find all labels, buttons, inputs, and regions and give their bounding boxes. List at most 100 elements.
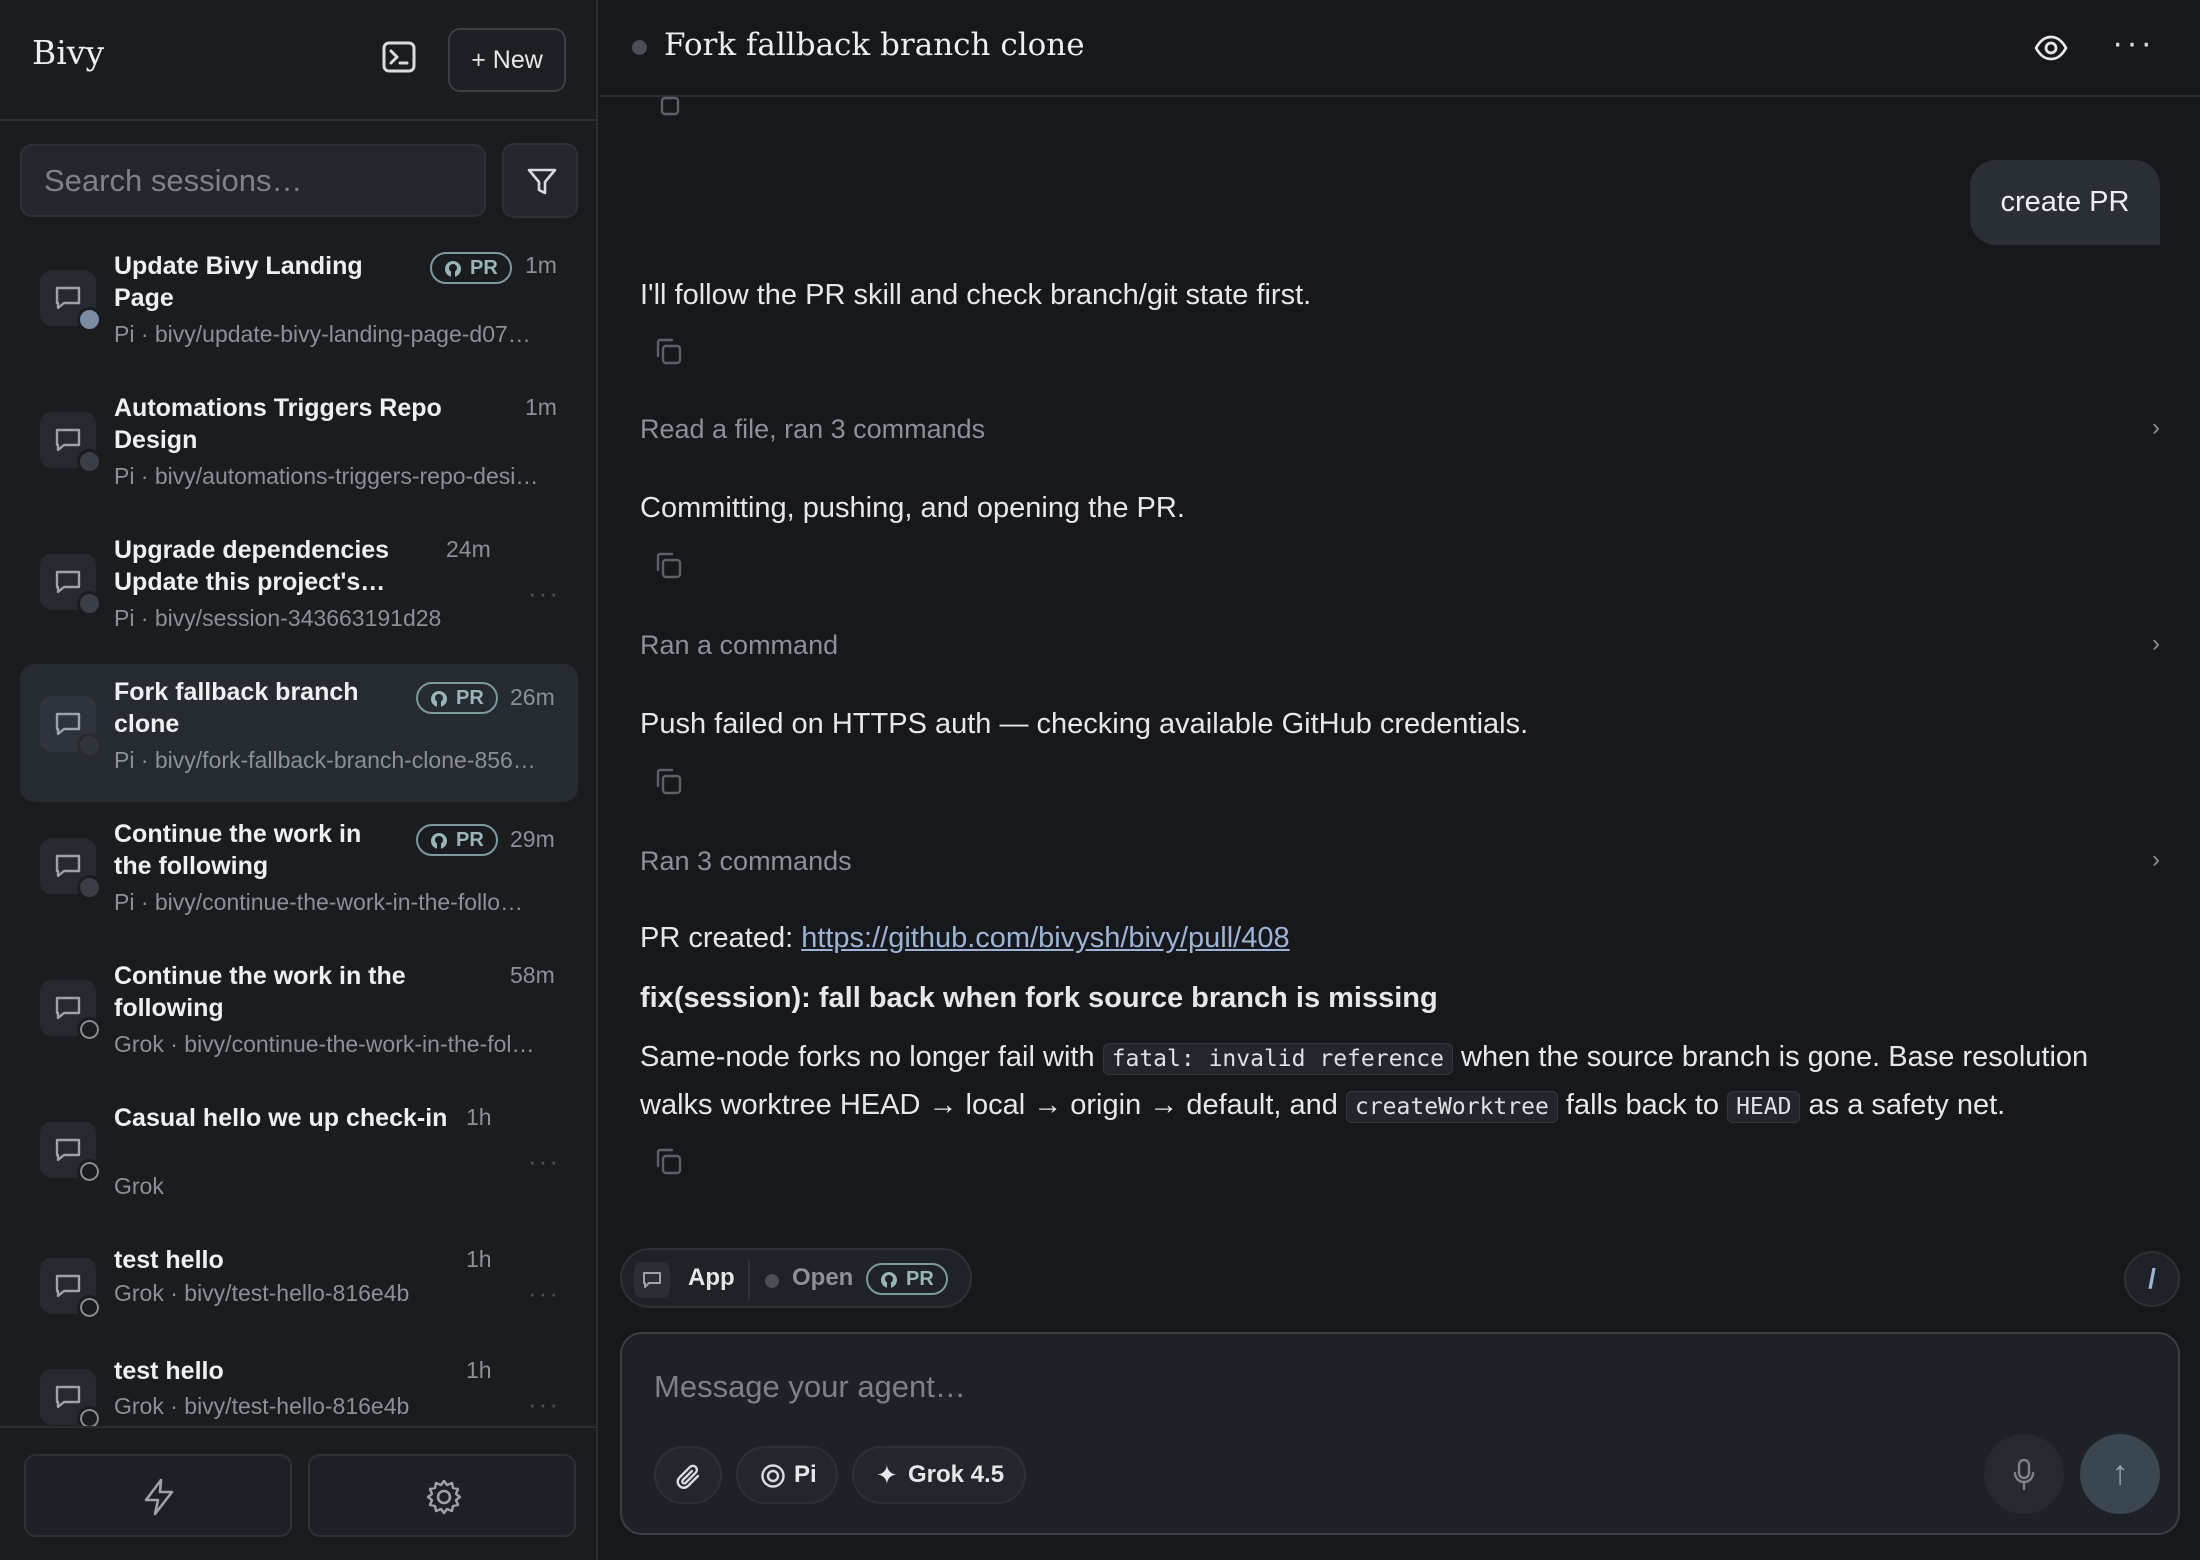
sidebar-footer <box>0 1426 596 1560</box>
session-time: 29m <box>510 826 555 852</box>
session-time: 26m <box>510 684 555 710</box>
microphone-icon <box>2013 1458 2035 1491</box>
session-item[interactable]: test hello 1h ··· Grok · bivy/test-hello… <box>20 1343 578 1426</box>
status-dot <box>765 1274 779 1288</box>
tool-call-row[interactable]: Ran 3 commands › <box>640 846 2160 886</box>
pr-title: fix(session): fall back when fork source… <box>640 982 1438 1014</box>
divider <box>748 1260 750 1300</box>
session-subtitle: Grok · bivy/continue-the-work-in-the-fol… <box>114 1031 535 1057</box>
paperclip-icon <box>676 1464 700 1489</box>
pr-description-text: falls back to <box>1557 1089 1728 1121</box>
copy-button[interactable] <box>652 1146 684 1178</box>
context-status-label: Open <box>792 1264 854 1291</box>
session-item[interactable]: Upgrade dependencies Update this project… <box>20 522 578 660</box>
copy-button[interactable] <box>652 336 684 368</box>
tool-call-row[interactable]: Read a file, ran 3 commands › <box>640 414 2160 454</box>
settings-button[interactable] <box>308 1454 576 1537</box>
session-title: Update Bivy Landing Page <box>114 252 363 312</box>
session-title-header: Fork fallback branch clone <box>664 27 1085 63</box>
session-time: 1m <box>525 252 557 278</box>
new-session-button[interactable]: + New <box>448 28 566 92</box>
session-time: 1h <box>466 1246 492 1272</box>
session-status-dot <box>77 307 102 332</box>
session-title: Fork fallback branch clone <box>114 678 359 738</box>
session-item[interactable]: Continue the work in the following 58m G… <box>20 948 578 1086</box>
session-time: 1m <box>525 394 557 420</box>
message-composer: Pi ✦ Grok 4.5 ↑ <box>620 1332 2180 1535</box>
sidebar-header: Bivy + New <box>0 0 596 121</box>
attach-button[interactable] <box>654 1446 722 1504</box>
filter-button[interactable] <box>502 143 578 218</box>
agent-icon <box>761 1464 785 1488</box>
context-bar[interactable]: App Open PR <box>620 1248 972 1308</box>
tool-call-row[interactable]: Ran a command › <box>640 630 2160 670</box>
assistant-message: Push failed on HTTPS auth — checking ava… <box>640 708 1529 740</box>
chat-icon <box>634 1262 670 1298</box>
inline-code: fatal: invalid reference <box>1102 1043 1453 1075</box>
pr-badge: PR <box>416 682 498 714</box>
model-selector[interactable]: ✦ Grok 4.5 <box>852 1446 1026 1504</box>
copy-button[interactable] <box>652 766 684 798</box>
session-title: Upgrade dependencies Update this project… <box>114 536 390 596</box>
pr-created-prefix: PR created: <box>640 922 802 954</box>
model-label: Grok 4.5 <box>908 1461 1005 1488</box>
agent-label: Pi <box>794 1461 817 1488</box>
microphone-button[interactable] <box>1984 1434 2064 1514</box>
github-icon <box>445 261 461 277</box>
chevron-right-icon: › <box>2152 414 2160 441</box>
tool-call-summary: Read a file, ran 3 commands <box>640 414 986 444</box>
session-time: 1h <box>466 1104 492 1130</box>
pr-description-text: Same-node forks no longer fail with <box>640 1041 1103 1073</box>
session-status-dot <box>77 1159 102 1184</box>
filter-icon <box>527 168 557 195</box>
inline-code: HEAD <box>1727 1091 1801 1123</box>
more-options-button[interactable]: ··· <box>2112 24 2155 63</box>
sparkle-icon: ✦ <box>876 1460 898 1490</box>
session-title: Continue the work in the following <box>114 820 362 880</box>
session-subtitle: Pi · bivy/fork-fallback-branch-clone-856… <box>114 747 536 773</box>
chevron-right-icon: › <box>2152 846 2160 873</box>
session-subtitle: Pi · bivy/continue-the-work-in-the-follo… <box>114 889 524 915</box>
app-brand: Bivy <box>32 33 105 72</box>
session-item[interactable]: Continue the work in the following PR 29… <box>20 806 578 944</box>
session-time: 58m <box>510 962 555 988</box>
search-sessions-input[interactable] <box>20 144 486 217</box>
send-button[interactable]: ↑ <box>2080 1434 2160 1514</box>
pr-badge-label: PR <box>456 829 484 851</box>
session-item[interactable]: Casual hello we up check-in 1h ··· Grok <box>20 1090 578 1228</box>
user-message-bubble: create PR <box>1970 160 2160 245</box>
agent-selector[interactable]: Pi <box>736 1446 838 1504</box>
session-title: test hello <box>114 1246 224 1274</box>
chevron-right-icon: › <box>2152 630 2160 657</box>
session-item[interactable]: Update Bivy Landing Page PR 1m Pi · bivy… <box>20 238 578 376</box>
session-item[interactable]: Automations Triggers Repo Design 1m Pi ·… <box>20 380 578 518</box>
automations-button[interactable] <box>24 1454 292 1537</box>
terminal-icon <box>382 41 416 73</box>
pr-badge[interactable]: PR <box>866 1263 948 1295</box>
slash-command-button[interactable]: / <box>2124 1251 2180 1307</box>
copy-button[interactable] <box>652 96 682 118</box>
copy-icon <box>656 1148 682 1175</box>
pr-link[interactable]: https://github.com/bivysh/bivy/pull/408 <box>801 922 1289 954</box>
copy-icon <box>656 768 682 795</box>
session-time: 1h <box>466 1357 492 1383</box>
pr-badge-label: PR <box>470 257 498 279</box>
session-item-active[interactable]: Fork fallback branch clone PR 26m Pi · b… <box>20 664 578 802</box>
copy-button[interactable] <box>652 550 684 582</box>
github-icon <box>431 691 447 707</box>
session-status-dot <box>77 875 102 900</box>
eye-icon <box>2034 35 2068 61</box>
message-input[interactable] <box>654 1362 2054 1412</box>
lightning-icon <box>144 1478 174 1516</box>
main-panel: Fork fallback branch clone ··· create PR… <box>600 0 2200 1560</box>
session-subtitle: Pi · bivy/update-bivy-landing-page-d07… <box>114 321 531 347</box>
session-status-dot <box>77 1295 102 1320</box>
session-subtitle: Grok · bivy/test-hello-816e4b <box>114 1393 410 1419</box>
session-item[interactable]: test hello 1h ··· Grok · bivy/test-hello… <box>20 1232 578 1342</box>
session-status-dot <box>632 40 647 55</box>
pr-created-message: PR created: https://github.com/bivysh/bi… <box>640 915 1290 961</box>
session-status-dot <box>77 591 102 616</box>
preview-button[interactable] <box>2033 30 2069 66</box>
terminal-button[interactable] <box>382 41 422 77</box>
session-title: Continue the work in the following <box>114 962 406 1022</box>
